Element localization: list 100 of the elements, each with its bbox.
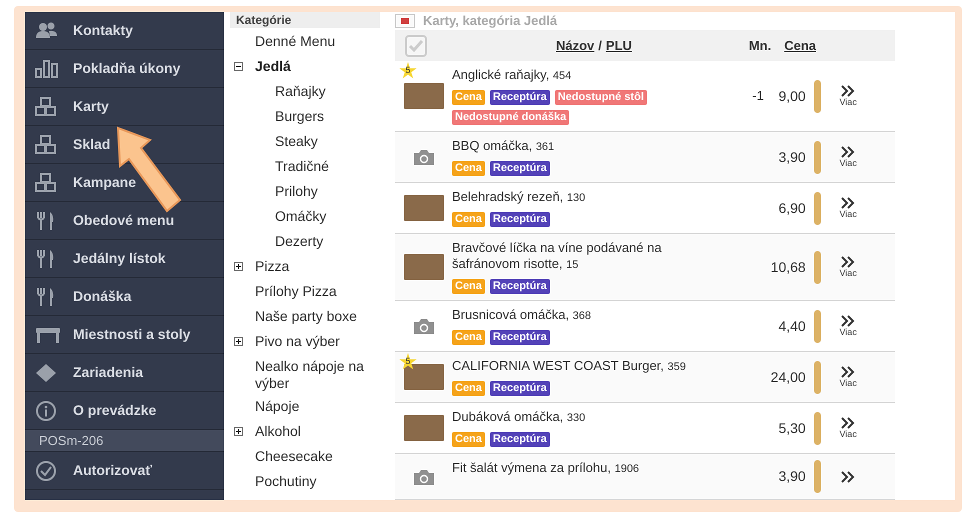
sidebar-item[interactable]: Karty bbox=[25, 88, 224, 126]
vertical-bar bbox=[814, 80, 822, 112]
item-name: BBQ omáčka, 361 bbox=[452, 138, 556, 155]
photo-placeholder bbox=[404, 364, 444, 390]
category-item[interactable]: Prílohy Pizza bbox=[255, 283, 337, 300]
category-item[interactable]: Cheesecake bbox=[255, 448, 333, 465]
collapse-icon[interactable] bbox=[234, 62, 243, 71]
item-name: Dubáková omáčka, 330 bbox=[452, 409, 586, 426]
more-link[interactable]: Viac bbox=[839, 146, 857, 168]
tag-badge: Receptúra bbox=[490, 330, 550, 345]
column-header: Mn. bbox=[748, 36, 772, 55]
checkmark-icon bbox=[409, 40, 423, 52]
category-item[interactable]: Naše party boxe bbox=[255, 308, 357, 325]
more-link[interactable]: Viac bbox=[839, 417, 857, 439]
camera-icon bbox=[412, 468, 436, 486]
chevrons-icon bbox=[841, 85, 856, 97]
sort-plu-link[interactable]: PLU bbox=[606, 36, 632, 56]
chevrons-icon bbox=[841, 315, 856, 327]
tag-badge: Cena bbox=[452, 212, 485, 227]
category-item[interactable]: Tradičné bbox=[275, 158, 329, 175]
tag-badge: Receptúra bbox=[490, 161, 550, 176]
price-text: 4,40 bbox=[777, 316, 806, 336]
item-name: Fit šalát výmena za prílohu, 1906 bbox=[452, 460, 640, 477]
photo-placeholder bbox=[404, 83, 444, 109]
chevrons-icon bbox=[841, 197, 856, 209]
category-item[interactable]: Dezerty bbox=[275, 233, 324, 250]
bar-chart-icon bbox=[35, 58, 61, 78]
sidebar-item[interactable]: Zariadenia bbox=[25, 354, 224, 392]
tag-badge: Cena bbox=[452, 90, 485, 105]
sidebar-item[interactable]: Jedálny lístok bbox=[25, 240, 224, 278]
tag-badge: Receptúra bbox=[490, 279, 550, 294]
device-label: POSm-206 bbox=[25, 430, 224, 452]
category-item[interactable]: Burgers bbox=[275, 108, 324, 125]
chevrons-icon bbox=[841, 417, 856, 429]
vertical-bar bbox=[814, 412, 822, 444]
chevrons-icon bbox=[841, 366, 856, 378]
vertical-bar bbox=[814, 250, 822, 284]
photo-placeholder bbox=[404, 415, 444, 441]
select-all-checkbox[interactable] bbox=[405, 34, 427, 56]
tag-badge: Cena bbox=[452, 161, 485, 176]
sidebar-item[interactable]: Kontakty bbox=[25, 12, 224, 50]
authorize-button[interactable]: Autorizovať bbox=[25, 452, 224, 490]
sort-price-link[interactable]: Cena bbox=[784, 36, 816, 56]
price-text: 6,90 bbox=[777, 198, 806, 218]
more-link[interactable]: Viac bbox=[839, 197, 857, 219]
chevrons-icon bbox=[841, 256, 856, 268]
tag-badge: Nedostupné donáška bbox=[452, 110, 570, 125]
category-item[interactable]: Jedlá bbox=[255, 58, 291, 75]
separator-text: / bbox=[598, 36, 602, 55]
price-text: 3,90 bbox=[777, 467, 806, 486]
category-item[interactable]: Prilohy bbox=[275, 183, 318, 200]
item-name: Anglické raňajky, 454 bbox=[452, 67, 572, 84]
tag-badge: Receptúra bbox=[490, 432, 550, 447]
price-text: 3,90 bbox=[777, 148, 806, 166]
panel-title: Kategórie bbox=[230, 12, 380, 28]
category-item[interactable]: Alkohol bbox=[255, 423, 301, 440]
sidebar-item[interactable]: Pokladňa úkony bbox=[25, 50, 224, 88]
tag-badge: Receptúra bbox=[490, 90, 550, 105]
category-item[interactable]: Denné Menu bbox=[255, 33, 336, 50]
tag-badge: Cena bbox=[452, 381, 485, 396]
category-item[interactable]: Steaky bbox=[275, 133, 318, 150]
category-item[interactable]: Pizza bbox=[255, 258, 290, 275]
tag-badge: Cena bbox=[452, 432, 485, 447]
more-link[interactable] bbox=[841, 470, 856, 482]
sidebar-item[interactable]: Donáška bbox=[25, 278, 224, 316]
expand-icon[interactable] bbox=[234, 262, 243, 271]
category-item[interactable]: Nealko nápoje na výber bbox=[255, 358, 380, 392]
sidebar-item[interactable]: Miestnosti a stoly bbox=[25, 316, 224, 354]
tag-badge: Receptúra bbox=[490, 381, 550, 396]
price-text: 10,68 bbox=[770, 258, 806, 276]
star-badge: 5 bbox=[399, 62, 417, 80]
item-name: Belehradský rezeň, 130 bbox=[452, 189, 586, 206]
category-item[interactable]: Raňajky bbox=[275, 83, 326, 100]
tag-badge: Cena bbox=[452, 330, 485, 345]
category-item[interactable]: Nápoje bbox=[255, 398, 300, 415]
more-link[interactable]: Viac bbox=[839, 315, 857, 337]
price-text: 24,00 bbox=[770, 368, 806, 386]
vertical-bar bbox=[814, 192, 822, 224]
vertical-bar bbox=[814, 460, 822, 493]
chevrons-icon bbox=[841, 470, 856, 482]
category-item[interactable]: Omáčky bbox=[275, 208, 326, 225]
more-link[interactable]: Viac bbox=[839, 366, 857, 388]
quantity-text: -1 bbox=[752, 88, 764, 104]
tag-badge: Nedostupné stôl bbox=[554, 90, 647, 105]
item-name: Bravčové líčka na víne podávané na šafránovom risotte, 15 bbox=[452, 240, 663, 273]
photo-placeholder bbox=[404, 195, 444, 221]
item-name: Brusnicová omáčka, 368 bbox=[452, 307, 592, 324]
price-text: 5,30 bbox=[777, 418, 806, 438]
category-item[interactable]: Pochutiny bbox=[255, 473, 316, 490]
category-item[interactable]: Pivo na výber bbox=[255, 333, 340, 350]
expand-icon[interactable] bbox=[234, 427, 243, 436]
expand-icon[interactable] bbox=[234, 337, 243, 346]
page-title: Karty, kategória Jedlá bbox=[423, 12, 558, 30]
tag-badge: Cena bbox=[452, 279, 485, 294]
chevrons-icon bbox=[841, 146, 856, 158]
camera-icon bbox=[412, 317, 436, 335]
more-link[interactable]: Viac bbox=[839, 85, 857, 107]
sort-name-link[interactable]: Názov bbox=[556, 36, 594, 56]
vertical-bar bbox=[814, 360, 822, 394]
more-link[interactable]: Viac bbox=[839, 256, 857, 278]
